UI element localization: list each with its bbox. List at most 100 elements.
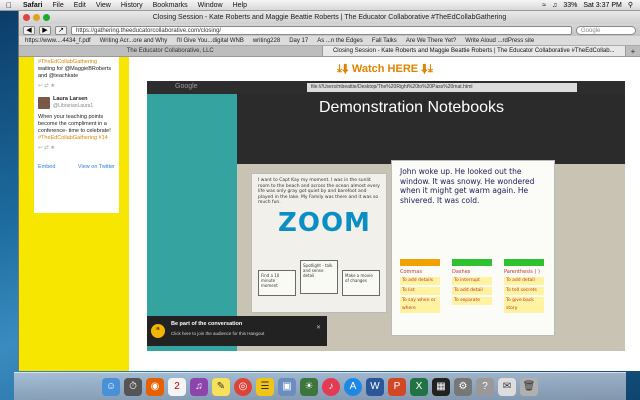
video-google-label: Google [175,83,198,90]
toast-link[interactable]: Click here to join the audience for this… [171,331,264,336]
preview-icon[interactable]: ▣ [278,377,296,396]
column-line: To separate [452,297,492,305]
tab-educator-collaborative[interactable]: The Educator Collaborative, LLC [19,46,323,56]
column-line: To add detail [452,287,492,295]
back-button[interactable]: ◀ [23,25,35,35]
terminal-icon[interactable]: ▦ [432,377,450,396]
zoom-box: Spotlight - talk and sense detail [300,260,338,294]
share-button[interactable]: ↗ [55,25,67,35]
join-hangout-toast[interactable]: “ Be part of the conversation Click here… [147,316,327,346]
tweet-handle[interactable]: @LibrarianLaura1 [53,103,93,110]
down-arrow-icon: ⤓⬇ [337,63,349,75]
wifi-icon[interactable]: ≈ [539,0,549,11]
menu-file[interactable]: File [47,0,68,11]
scripts-icon[interactable]: ⚙ [454,377,472,396]
bookmark-item[interactable]: writing228 [253,36,280,45]
stickies-icon[interactable]: ✎ [212,377,230,396]
bookmark-item[interactable]: Are We There Yet? [406,36,456,45]
minimize-window-icon[interactable] [33,14,40,21]
new-tab-icon[interactable]: + [626,46,640,56]
close-window-icon[interactable] [23,14,30,21]
column-title: Dashes [452,269,471,275]
zoom-chart-note: I want to Capt Kay my moment. I was in t… [258,178,380,205]
chart-column-dashes: Dashes To interrupt To add detail To sep… [452,259,492,305]
watch-here-label: Watch HERE [351,63,419,75]
close-icon[interactable]: ✕ [316,324,321,331]
chrome-icon[interactable]: ◎ [234,377,252,396]
zoom-chart: I want to Capt Kay my moment. I was in t… [251,173,387,313]
notes-icon[interactable]: ☰ [256,377,274,396]
photos-icon[interactable]: ☀ [300,377,318,396]
help-icon[interactable]: ? [476,377,494,396]
bookmark-item[interactable]: Day 17 [289,36,308,45]
clock[interactable]: Sat 3:37 PM [580,0,625,11]
video-browser-bar: Google file:///Users/mbeattie/Desktop/Th… [147,81,625,94]
bookmark-item[interactable]: Writing Acr...ore and Why [100,36,168,45]
widget-footer: Embed View on Twitter [38,164,115,171]
menu-view[interactable]: View [91,0,116,11]
trash-icon[interactable]: 🗑 [520,377,538,396]
column-line: To list [400,287,440,295]
apple-menu-icon[interactable]:  [0,0,18,11]
bookmark-item[interactable]: I'll Give You...digital WNB [176,36,244,45]
toast-title: Be part of the conversation [171,321,243,327]
volume-icon[interactable]: ♫ [549,0,560,11]
finder-icon[interactable]: ☺ [102,377,120,396]
appstore-icon[interactable]: A [344,377,362,396]
zoom-box: Find a 10 minute moment [258,270,296,296]
excel-icon[interactable]: X [410,377,428,396]
search-field[interactable]: Google [576,25,636,35]
watch-here-heading: ⤓⬇ Watch HERE ⬇⤓ [129,63,640,76]
menu-safari[interactable]: Safari [18,0,47,11]
word-icon[interactable]: W [366,377,384,396]
embed-link[interactable]: Embed [38,164,55,171]
mail-icon[interactable]: ✉ [498,377,516,396]
bookmarks-bar: https://www....4434_f.pdf Writing Acr...… [19,36,640,46]
bookmark-item[interactable]: https://www....4434_f.pdf [25,36,91,45]
battery-percent[interactable]: 33% [560,0,580,11]
zoom-chart-word: ZOOM [278,208,371,238]
tab-bar: The Educator Collaborative, LLC Closing … [19,46,640,57]
menu-bar:  Safari File Edit View History Bookmark… [0,0,640,11]
itunes-icon[interactable]: ♫ [190,377,208,396]
zoom-box: Make a movie of changes [342,270,380,296]
tweet-line[interactable]: #TheEdCollabGathering [38,59,115,66]
bookmark-item[interactable]: Write Aloud ...rdPress site [465,36,534,45]
tweet-hashtag[interactable]: #TheEdCollabGathering #14 [38,135,115,142]
view-on-twitter-link[interactable]: View on Twitter [78,164,115,171]
menu-history[interactable]: History [116,0,148,11]
color-tab [504,259,544,266]
zoom-window-icon[interactable] [43,14,50,21]
address-bar[interactable]: https://gathering.theeducatorcollaborati… [71,25,572,35]
bookmark-item[interactable]: As ...n the Edges [317,36,363,45]
calendar-icon[interactable]: 2 [168,377,186,396]
music-icon[interactable]: ♪ [322,377,340,396]
window-title: Closing Session - Kate Roberts and Maggi… [152,14,507,21]
menu-edit[interactable]: Edit [69,0,91,11]
tweet-author[interactable]: Laura Larsen [53,96,93,103]
column-title: Parenthesis ( ) [504,269,540,275]
powerpoint-icon[interactable]: P [388,377,406,396]
chart-column-parenthesis: Parenthesis ( ) To add detail To tell se… [504,259,544,313]
column-line: To add details [400,277,440,285]
bookmark-item[interactable]: Fall Talks [372,36,397,45]
tweet-line: waiting for @MaggieBRoberts [38,66,112,72]
forward-button[interactable]: ▶ [39,25,51,35]
column-line: To add detail [504,277,544,285]
firefox-icon[interactable]: ◉ [146,377,164,396]
tab-closing-session[interactable]: Closing Session - Kate Roberts and Maggi… [322,46,626,56]
menu-help[interactable]: Help [228,0,252,11]
dashboard-icon[interactable]: ⏱ [124,377,142,396]
browser-toolbar: ◀ ▶ ↗ https://gathering.theeducatorcolla… [19,24,640,36]
tweet-actions-row: ↩ ⇄ ★ [38,145,56,151]
column-line: To say when or where [400,297,440,313]
menu-bookmarks[interactable]: Bookmarks [148,0,193,11]
hangout-video-player[interactable]: Google file:///Users/mbeattie/Desktop/Th… [147,81,625,351]
slide-title: Demonstration Notebooks [319,99,504,116]
spotlight-icon[interactable]: ⚲ [625,0,636,11]
menu-window[interactable]: Window [193,0,228,11]
column-line: To interrupt [452,277,492,285]
sidebar-column: #TheEdCollabGathering waiting for @Maggi… [19,57,129,371]
avatar[interactable] [38,97,50,109]
column-line: To give back story [504,297,544,313]
